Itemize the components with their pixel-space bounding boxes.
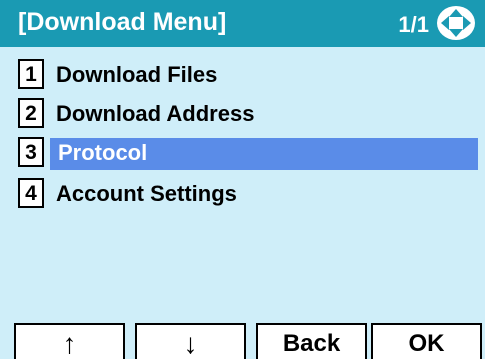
menu-item-protocol[interactable]: 3 Protocol <box>18 136 478 170</box>
menu-item-label: Protocol <box>58 140 148 165</box>
softkey-ok[interactable]: OK <box>371 323 482 359</box>
menu-item-label: Account Settings <box>56 181 237 206</box>
softkey-down[interactable]: ↓ <box>135 323 246 359</box>
navigation-arrows-icon <box>437 6 475 40</box>
menu-item-label: Download Address <box>56 101 255 126</box>
menu-item-number: 2 <box>18 98 44 128</box>
menu-item-number: 4 <box>18 178 44 208</box>
menu-item-number: 1 <box>18 59 44 89</box>
title-bar: [Download Menu] 1/1 <box>0 0 485 47</box>
menu-item-account-settings[interactable]: 4 Account Settings <box>18 177 478 211</box>
phone-display: [Download Menu] 1/1 1 Download Files 2 D… <box>0 0 485 359</box>
menu-item-number: 3 <box>18 137 44 167</box>
menu-item-download-address[interactable]: 2 Download Address <box>18 97 478 131</box>
page-indicator: 1/1 <box>398 12 429 37</box>
menu-item-download-files[interactable]: 1 Download Files <box>18 58 478 92</box>
menu-item-label: Download Files <box>56 62 218 87</box>
softkey-back[interactable]: Back <box>256 323 367 359</box>
softkey-up[interactable]: ↑ <box>14 323 125 359</box>
page-title: [Download Menu] <box>18 8 227 36</box>
